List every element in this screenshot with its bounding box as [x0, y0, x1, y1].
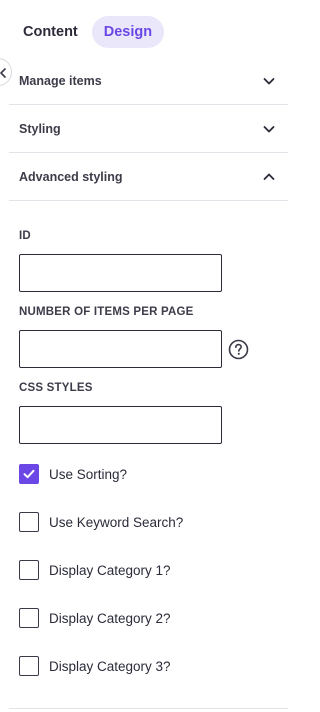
- question-circle-icon[interactable]: [228, 339, 249, 360]
- section-label: Styling: [19, 121, 61, 136]
- section-label: Advanced styling: [19, 169, 123, 184]
- display-category-1-checkbox[interactable]: [19, 560, 39, 580]
- tab-content[interactable]: Content: [13, 16, 88, 48]
- bottom-divider: [9, 708, 288, 709]
- checkmark-icon: [23, 469, 35, 479]
- use-keyword-search-label: Use Keyword Search?: [49, 514, 184, 530]
- use-keyword-search-checkbox[interactable]: [19, 512, 39, 532]
- display-category-1-checkbox-row[interactable]: Display Category 1?: [19, 560, 171, 580]
- section-manage-items[interactable]: Manage items: [9, 57, 288, 105]
- display-category-3-checkbox-row[interactable]: Display Category 3?: [19, 656, 171, 676]
- items-per-page-label: NUMBER OF ITEMS PER PAGE: [19, 306, 194, 318]
- display-category-2-label: Display Category 2?: [49, 610, 171, 626]
- chevron-down-icon: [263, 77, 275, 84]
- css-styles-input[interactable]: [19, 406, 222, 444]
- use-sorting-checkbox[interactable]: [19, 464, 39, 484]
- editor-tabs: Content Design: [13, 16, 165, 48]
- display-category-2-checkbox[interactable]: [19, 608, 39, 628]
- css-styles-label: CSS STYLES: [19, 382, 93, 394]
- chevron-up-icon: [263, 173, 275, 180]
- use-keyword-search-checkbox-row[interactable]: Use Keyword Search?: [19, 512, 183, 532]
- use-sorting-label: Use Sorting?: [49, 466, 128, 482]
- section-label: Manage items: [19, 73, 102, 88]
- display-category-3-label: Display Category 3?: [49, 658, 171, 674]
- tab-design[interactable]: Design: [91, 16, 165, 48]
- section-advanced-styling[interactable]: Advanced styling: [9, 153, 288, 201]
- id-input[interactable]: [19, 254, 222, 292]
- chevron-down-icon: [263, 125, 275, 132]
- chevron-left-icon: [0, 68, 6, 78]
- id-label: ID: [19, 230, 31, 242]
- display-category-1-label: Display Category 1?: [49, 562, 171, 578]
- display-category-3-checkbox[interactable]: [19, 656, 39, 676]
- use-sorting-checkbox-row[interactable]: Use Sorting?: [19, 464, 127, 484]
- section-styling[interactable]: Styling: [9, 105, 288, 153]
- display-category-2-checkbox-row[interactable]: Display Category 2?: [19, 608, 171, 628]
- items-per-page-input[interactable]: [19, 330, 222, 368]
